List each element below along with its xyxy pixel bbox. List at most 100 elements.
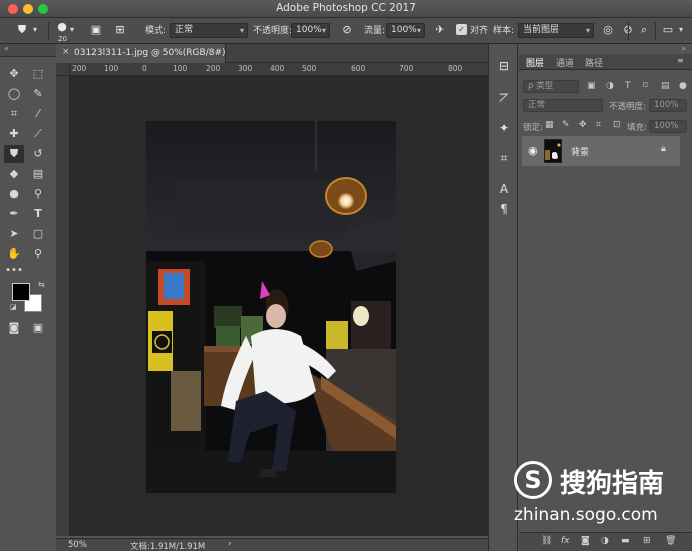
path-selection-tool-icon[interactable]: ➤ [4, 225, 24, 243]
sample-select[interactable]: 当前图层 [518, 23, 594, 38]
filter-adjustment-icon[interactable]: ◑ [606, 81, 614, 91]
aligned-checkbox[interactable]: ✓ [456, 24, 467, 35]
ruler-origin[interactable] [56, 63, 70, 76]
mask-icon[interactable]: ◙ [581, 536, 590, 546]
layer-filter-select[interactable]: ρ 类型 [523, 80, 579, 93]
crop-tool-icon[interactable]: ⌗ [4, 105, 24, 123]
opacity-label: 不透明度: [253, 26, 293, 36]
horizontal-ruler[interactable]: 200 100 0 100 200 300 400 500 600 700 80… [70, 63, 488, 76]
lock-position-icon[interactable]: ✥ [579, 120, 587, 130]
screen-mode-icon[interactable]: ▣ [28, 319, 48, 337]
separator [48, 22, 49, 40]
swap-colors-icon[interactable]: ⇆ [38, 280, 45, 289]
paragraph-panel-icon[interactable]: ¶ [496, 201, 512, 217]
filter-toggle-icon[interactable]: ● [679, 81, 687, 91]
filter-smart-object-icon[interactable]: ▤ [661, 81, 670, 91]
panel-tab-bar: 图层 通道 路径 ≡ [519, 54, 692, 70]
ruler-tick-label: 700 [399, 64, 414, 73]
opacity-select[interactable]: 100% [291, 23, 330, 38]
ignore-adjustment-layers-icon[interactable]: ◎ [600, 22, 616, 38]
collapse-panel-icon[interactable]: » [681, 44, 686, 53]
toggle-clone-source-panel-icon[interactable]: ⊞ [112, 22, 128, 38]
close-tab-icon[interactable]: × [62, 47, 70, 57]
pressure-opacity-icon[interactable]: ⊘ [339, 22, 355, 38]
history-brush-tool-icon[interactable]: ↺ [28, 145, 48, 163]
more-tools-icon[interactable]: ••• [4, 262, 24, 280]
fill-label: 填充: [627, 123, 647, 133]
workspace-chevron-icon[interactable]: ▾ [679, 23, 683, 37]
toggle-brush-panel-icon[interactable]: ▣ [88, 22, 104, 38]
flow-select[interactable]: 100% [386, 23, 425, 38]
photo-image[interactable] [146, 121, 396, 493]
folder-icon[interactable]: ▬ [621, 536, 630, 546]
properties-panel-icon[interactable]: ✦ [496, 120, 512, 136]
visibility-eye-icon[interactable]: ◉ [528, 144, 538, 157]
layer-fill-field[interactable]: 100% [649, 120, 687, 133]
layer-thumbnail-image [545, 140, 561, 162]
character-panel-icon[interactable]: A [496, 181, 512, 197]
tab-paths[interactable]: 路径 [585, 56, 603, 69]
document-tab-bar: × 03123l311-1.jpg @ 50%(RGB/8#) [56, 44, 488, 63]
vertical-ruler[interactable] [56, 76, 70, 536]
quick-mask-icon[interactable]: ◙ [4, 319, 24, 337]
layer-name[interactable]: 背景 [571, 145, 589, 158]
move-tool-icon[interactable]: ✥ [4, 65, 24, 83]
dodge-tool-icon[interactable]: ⚲ [28, 185, 48, 203]
adjustment-icon[interactable]: ◑ [601, 536, 609, 546]
workspace-icon[interactable]: ▭ [660, 22, 676, 38]
ruler-tick-label: 100 [104, 64, 119, 73]
brush-tool-icon[interactable]: ⟋ [28, 125, 48, 143]
fx-icon[interactable]: fx [561, 536, 570, 546]
zoom-tool-icon[interactable]: ⚲ [28, 245, 48, 263]
new-layer-icon[interactable]: ⊞ [643, 536, 651, 546]
marquee-tool-icon[interactable]: ⬚ [28, 65, 48, 83]
layer-opacity-field[interactable]: 100% [649, 99, 687, 112]
clone-stamp-tool-icon[interactable]: ⛊ [4, 145, 24, 163]
adjustments-panel-icon[interactable]: ⦢ [496, 90, 512, 106]
hand-tool-icon[interactable]: ✋ [4, 245, 24, 263]
eraser-tool-icon[interactable]: ◆ [4, 165, 24, 183]
collapse-arrows-icon[interactable]: « [4, 44, 9, 53]
pen-tool-icon[interactable]: ✒ [4, 205, 24, 223]
status-zoom[interactable]: 50% [68, 540, 87, 550]
libraries-panel-icon[interactable]: ⊟ [496, 58, 512, 74]
lock-image-icon[interactable]: ✎ [562, 120, 570, 130]
layer-row[interactable]: ◉ 背景 🔒︎ [522, 136, 680, 166]
link-icon[interactable]: ⛓ [541, 536, 552, 546]
tab-channels[interactable]: 通道 [556, 56, 574, 69]
lasso-tool-icon[interactable]: ◯ [4, 85, 24, 103]
filter-shape-icon[interactable]: ⌑ [643, 81, 648, 91]
search-icon[interactable]: ⌕ [636, 22, 652, 38]
type-tool-icon[interactable]: T [28, 205, 48, 223]
ruler-tick-label: 200 [72, 64, 87, 73]
lock-artboard-icon[interactable]: ⌗ [596, 120, 601, 130]
eyedropper-tool-icon[interactable]: ⁄ [28, 105, 48, 123]
rectangle-tool-icon[interactable]: ▢ [28, 225, 48, 243]
filter-type-icon[interactable]: T [625, 81, 631, 91]
crop-panel-icon[interactable]: ⌗ [496, 150, 512, 166]
brush-picker-chevron-icon[interactable]: ▾ [70, 23, 74, 37]
layers-panel-footer: ⛓ fx ◙ ◑ ▬ ⊞ 🗑︎ [519, 532, 692, 551]
document-tab[interactable]: × 03123l311-1.jpg @ 50%(RGB/8#) [56, 44, 226, 63]
gradient-tool-icon[interactable]: ▤ [28, 165, 48, 183]
lock-transparent-icon[interactable]: ▦ [545, 120, 554, 130]
clone-stamp-tool-preset-icon[interactable]: ⛊ [14, 22, 30, 38]
blur-tool-icon[interactable]: ● [4, 185, 24, 203]
tool-preset-chevron-icon[interactable]: ▾ [33, 23, 37, 37]
tab-layers[interactable]: 图层 [526, 56, 544, 69]
lock-all-icon[interactable]: ⊡ [613, 120, 621, 130]
flow-label: 流量: [364, 26, 386, 36]
healing-brush-tool-icon[interactable]: ✚ [4, 125, 24, 143]
blend-mode-select[interactable]: 正常 [523, 99, 603, 112]
default-colors-icon[interactable]: ◪ [10, 303, 17, 311]
document-canvas[interactable] [70, 76, 488, 536]
watermark-url: zhinan.sogo.com [514, 505, 658, 525]
trash-icon[interactable]: 🗑︎ [665, 536, 676, 546]
airbrush-icon[interactable]: ✈ [432, 22, 448, 38]
foreground-color-swatch[interactable] [12, 283, 30, 301]
quick-selection-tool-icon[interactable]: ✎ [28, 85, 48, 103]
mode-select[interactable]: 正常 [170, 23, 248, 38]
filter-pixel-icon[interactable]: ▣ [587, 81, 596, 91]
status-menu-chevron-icon[interactable]: › [228, 539, 232, 549]
panel-menu-icon[interactable]: ≡ [677, 56, 684, 65]
